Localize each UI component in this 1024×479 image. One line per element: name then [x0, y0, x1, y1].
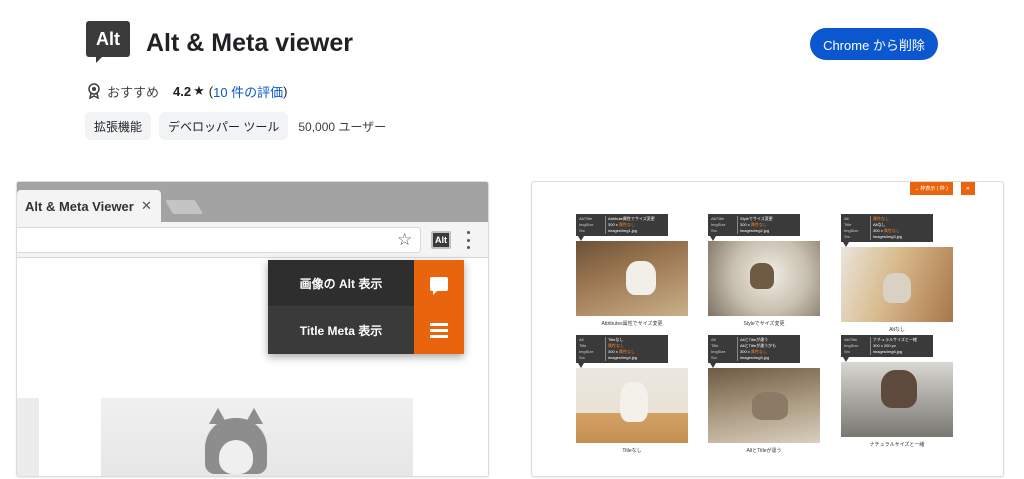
image-info-tooltip: Alt/Title ナチュラルサイズと一緒 ImgSize 300 x 200 px S…: [841, 335, 933, 357]
extension-toolbar-icon: Alt: [431, 231, 451, 249]
extension-title: Alt & Meta viewer: [146, 29, 354, 57]
chip-extension[interactable]: 拡張機能: [85, 112, 152, 140]
speech-bubble-icon: [414, 260, 464, 307]
cat-silhouette: [205, 408, 267, 474]
tab-close-icon: ✕: [141, 198, 152, 213]
logo-text: Alt: [86, 21, 130, 57]
remove-from-chrome-button[interactable]: Chrome から削除: [810, 28, 938, 60]
featured-label: おすすめ: [107, 84, 160, 100]
info-key: Src: [579, 355, 585, 360]
popup-item-alt-label: 画像の Alt 表示: [299, 276, 383, 291]
browser-tab-bar: Alt & Meta Viewer ✕: [17, 182, 488, 222]
image-info-tooltip: Alt AltとTitleが違う Title AltとTitleが違うかも ImgSiz…: [708, 335, 800, 363]
popup-item-alt: 画像の Alt 表示: [268, 260, 464, 307]
category-chips: 拡張機能 デベロッパー ツール 50,000 ユーザー: [85, 112, 386, 140]
info-value: images/img2.jpg: [737, 228, 769, 234]
info-missing-flag: 属性なし: [618, 349, 635, 354]
info-row: Src images/img2.jpg: [711, 228, 797, 234]
info-missing-flag: 属性なし: [873, 216, 889, 221]
logo-tail-icon: [96, 55, 104, 63]
info-value: images/img5.jpg: [737, 355, 769, 361]
info-missing-flag: 属性なし: [883, 228, 900, 233]
image-info-tooltip: Alt Titleなし Title 属性なし ImgSize 300 x 属性なし Src i…: [576, 335, 668, 363]
info-value: images/img1.jpg: [605, 228, 637, 234]
cat-figure: [881, 370, 917, 408]
demo-frame-toggle: ⌄ 枠表示 ( 枠 ): [909, 182, 953, 195]
cat-photo: [841, 362, 953, 437]
info-row: Src images/img3.jpg: [844, 234, 930, 240]
cat-photo: [841, 247, 953, 322]
info-value: images/img3.jpg: [870, 234, 902, 240]
extension-detail-page: Alt Alt & Meta viewer Chrome から削除 おすすめ 4…: [0, 0, 1024, 479]
image-caption: Styleでサイズ変更: [743, 321, 785, 327]
extension-logo: Alt: [86, 21, 130, 65]
cat-figure: [883, 273, 911, 303]
image-info-tooltip: Alt 属性なし Title Altなし ImgSize 300 x 属性なし Src ima…: [841, 214, 933, 242]
demo-close-icon: ✕: [960, 182, 975, 195]
meta-row: おすすめ 4.2 ★ ( 10 件の評価 ): [87, 81, 288, 101]
info-row: Src images/img5.jpg: [711, 355, 797, 361]
info-key: Src: [844, 349, 850, 354]
info-key: Src: [844, 234, 850, 239]
demo-top-buttons: ⌄ 枠表示 ( 枠 ) ✕: [909, 182, 975, 195]
screenshot-browser-popup[interactable]: Alt & Meta Viewer ✕ ☆ Alt 画像の Alt 表示 Tit…: [16, 181, 489, 477]
rating-value: 4.2: [173, 83, 192, 99]
tab-title: Alt & Meta Viewer: [25, 199, 134, 214]
cat-photo: [708, 368, 820, 443]
new-tab-icon: [164, 200, 204, 214]
image-caption: Attributes属性でサイズ変更: [601, 321, 663, 327]
image-caption: AltとTitleが違う: [746, 448, 782, 454]
reviews-link[interactable]: 10 件の評価: [213, 82, 283, 101]
image-caption: Altなし: [889, 327, 905, 333]
extension-popup-menu: 画像の Alt 表示 Title Meta 表示: [268, 260, 464, 354]
info-missing-flag: 属性なし: [750, 222, 767, 227]
rating-star-icon: ★: [193, 83, 205, 98]
screenshot-demo-grid[interactable]: ⌄ 枠表示 ( 枠 ) ✕ Alt/Title Attribute属性でサイズ変更…: [531, 181, 1004, 477]
bookmark-star-icon: ☆: [397, 230, 413, 249]
popup-item-title-meta: Title Meta 表示: [268, 307, 464, 354]
info-value: images/img6.jpg: [870, 349, 902, 355]
info-missing-flag: 属性なし: [618, 222, 635, 227]
user-count: 50,000 ユーザー: [298, 119, 387, 134]
info-missing-flag: 属性なし: [750, 349, 767, 354]
faded-cat-photo: [101, 398, 413, 476]
info-row: Src images/img1.jpg: [579, 228, 665, 234]
cat-figure: [752, 392, 788, 420]
browser-toolbar: ☆ Alt: [17, 222, 488, 258]
browser-tab: Alt & Meta Viewer ✕: [17, 190, 161, 222]
address-bar: [17, 227, 421, 253]
image-caption: Titleなし: [622, 448, 642, 454]
browser-menu-icon: [467, 231, 471, 249]
info-missing-flag: 属性なし: [608, 343, 624, 348]
info-row: Src images/img4.jpg: [579, 355, 665, 361]
cat-figure: [620, 382, 648, 422]
cat-figure: [750, 263, 774, 289]
info-key: Src: [579, 228, 585, 233]
cat-photo: [576, 368, 688, 443]
image-info-tooltip: Alt/Title Attribute属性でサイズ変更 ImgSize 300 x 属…: [576, 214, 668, 236]
faded-image-strip: [17, 398, 39, 476]
image-caption: ナチュラルサイズと一緒: [869, 442, 925, 448]
info-value: images/img4.jpg: [605, 355, 637, 361]
cat-figure: [626, 261, 656, 295]
popup-item-title-meta-label: Title Meta 表示: [299, 324, 383, 338]
image-info-tooltip: Alt/Title Styleでサイズ変更 ImgSize 300 x 属性なし Src…: [708, 214, 800, 236]
cat-photo: [708, 241, 820, 316]
info-key: Src: [711, 355, 717, 360]
info-row: Src images/img6.jpg: [844, 349, 930, 355]
featured-badge-icon: [88, 83, 100, 99]
list-icon: [414, 307, 464, 354]
cat-photo: [576, 241, 688, 316]
reviews-close-paren: ): [283, 83, 288, 99]
chip-developer-tools[interactable]: デベロッパー ツール: [159, 112, 289, 140]
info-key: Src: [711, 228, 717, 233]
